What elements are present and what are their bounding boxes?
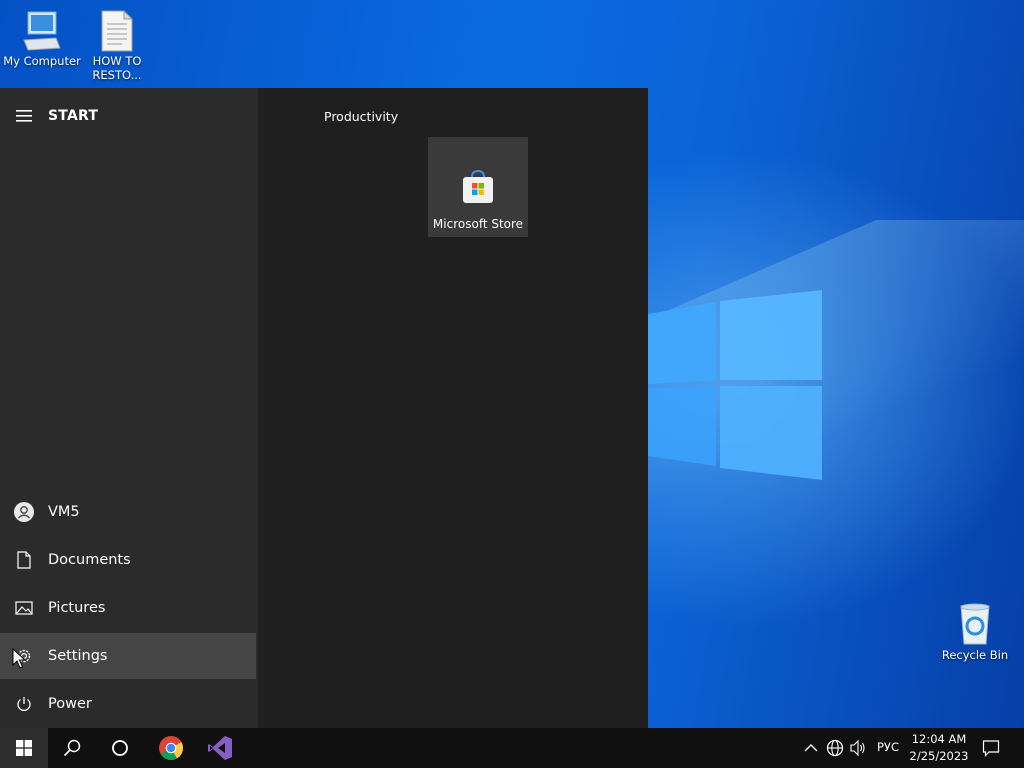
start-item-documents[interactable]: Documents xyxy=(0,537,256,583)
start-item-label: Documents xyxy=(48,552,131,568)
clock-date: 2/25/2023 xyxy=(909,749,969,763)
volume-icon[interactable] xyxy=(849,739,867,757)
start-item-label: Pictures xyxy=(48,600,106,616)
tile-label: Microsoft Store xyxy=(432,217,524,231)
clock-time: 12:04 AM xyxy=(911,732,967,746)
mouse-cursor-icon xyxy=(12,648,26,669)
start-item-label: Power xyxy=(48,696,92,712)
desktop-icon-label-line1: HOW TO xyxy=(92,54,142,68)
search-icon xyxy=(63,739,81,757)
power-icon xyxy=(17,697,31,711)
start-item-label: Settings xyxy=(48,648,108,664)
chrome-icon xyxy=(159,736,183,761)
windows-start-icon xyxy=(16,740,32,756)
start-menu-title: START xyxy=(48,108,99,124)
tile-microsoft-store[interactable]: Microsoft Store xyxy=(428,137,528,237)
desktop-icon-how-to-restore[interactable]: HOW TO RESTO... xyxy=(75,10,159,82)
taskbar-chrome[interactable] xyxy=(147,728,195,768)
recycle-bin-icon xyxy=(960,603,990,645)
desktop-icon-my-computer[interactable]: My Computer xyxy=(0,10,84,68)
search-button[interactable] xyxy=(48,728,96,768)
cortana-button[interactable] xyxy=(96,728,144,768)
visual-studio-icon xyxy=(208,736,232,760)
start-item-power[interactable]: Power xyxy=(0,681,256,727)
start-button[interactable] xyxy=(0,728,48,768)
notification-center-icon[interactable] xyxy=(982,739,1000,757)
text-file-icon xyxy=(101,10,134,52)
desktop-icon-recycle-bin[interactable]: Recycle Bin xyxy=(933,602,1017,662)
pictures-icon xyxy=(15,601,33,615)
start-menu-header[interactable]: START xyxy=(0,98,258,134)
document-icon xyxy=(17,551,31,569)
desktop-icon-label: My Computer xyxy=(3,54,81,68)
taskbar-clock[interactable]: 12:04 AM 2/25/2023 xyxy=(906,731,972,765)
start-item-user[interactable]: VM5 xyxy=(0,489,256,535)
microsoft-store-icon xyxy=(463,169,493,203)
network-globe-icon[interactable] xyxy=(826,739,844,757)
desktop-icon-label: Recycle Bin xyxy=(941,648,1009,662)
computer-icon xyxy=(23,11,61,51)
start-item-label: VM5 xyxy=(48,504,80,520)
taskbar: РУС 12:04 AM 2/25/2023 xyxy=(0,728,1024,768)
cortana-circle-icon xyxy=(112,740,128,756)
desktop-icon-label-line2: RESTO... xyxy=(92,68,142,82)
input-language-indicator[interactable]: РУС xyxy=(877,740,899,754)
taskbar-visual-studio[interactable] xyxy=(196,728,244,768)
start-menu: START VM5 Documents Pictures Settings Po… xyxy=(0,88,648,728)
tile-group-label[interactable]: Productivity xyxy=(324,109,398,124)
show-hidden-icons-chevron-icon[interactable] xyxy=(804,742,818,754)
hamburger-icon[interactable] xyxy=(0,110,48,122)
user-icon xyxy=(14,502,34,522)
start-item-pictures[interactable]: Pictures xyxy=(0,585,256,631)
start-menu-left-panel: START VM5 Documents Pictures Settings Po… xyxy=(0,88,258,728)
start-item-settings[interactable]: Settings xyxy=(0,633,256,679)
